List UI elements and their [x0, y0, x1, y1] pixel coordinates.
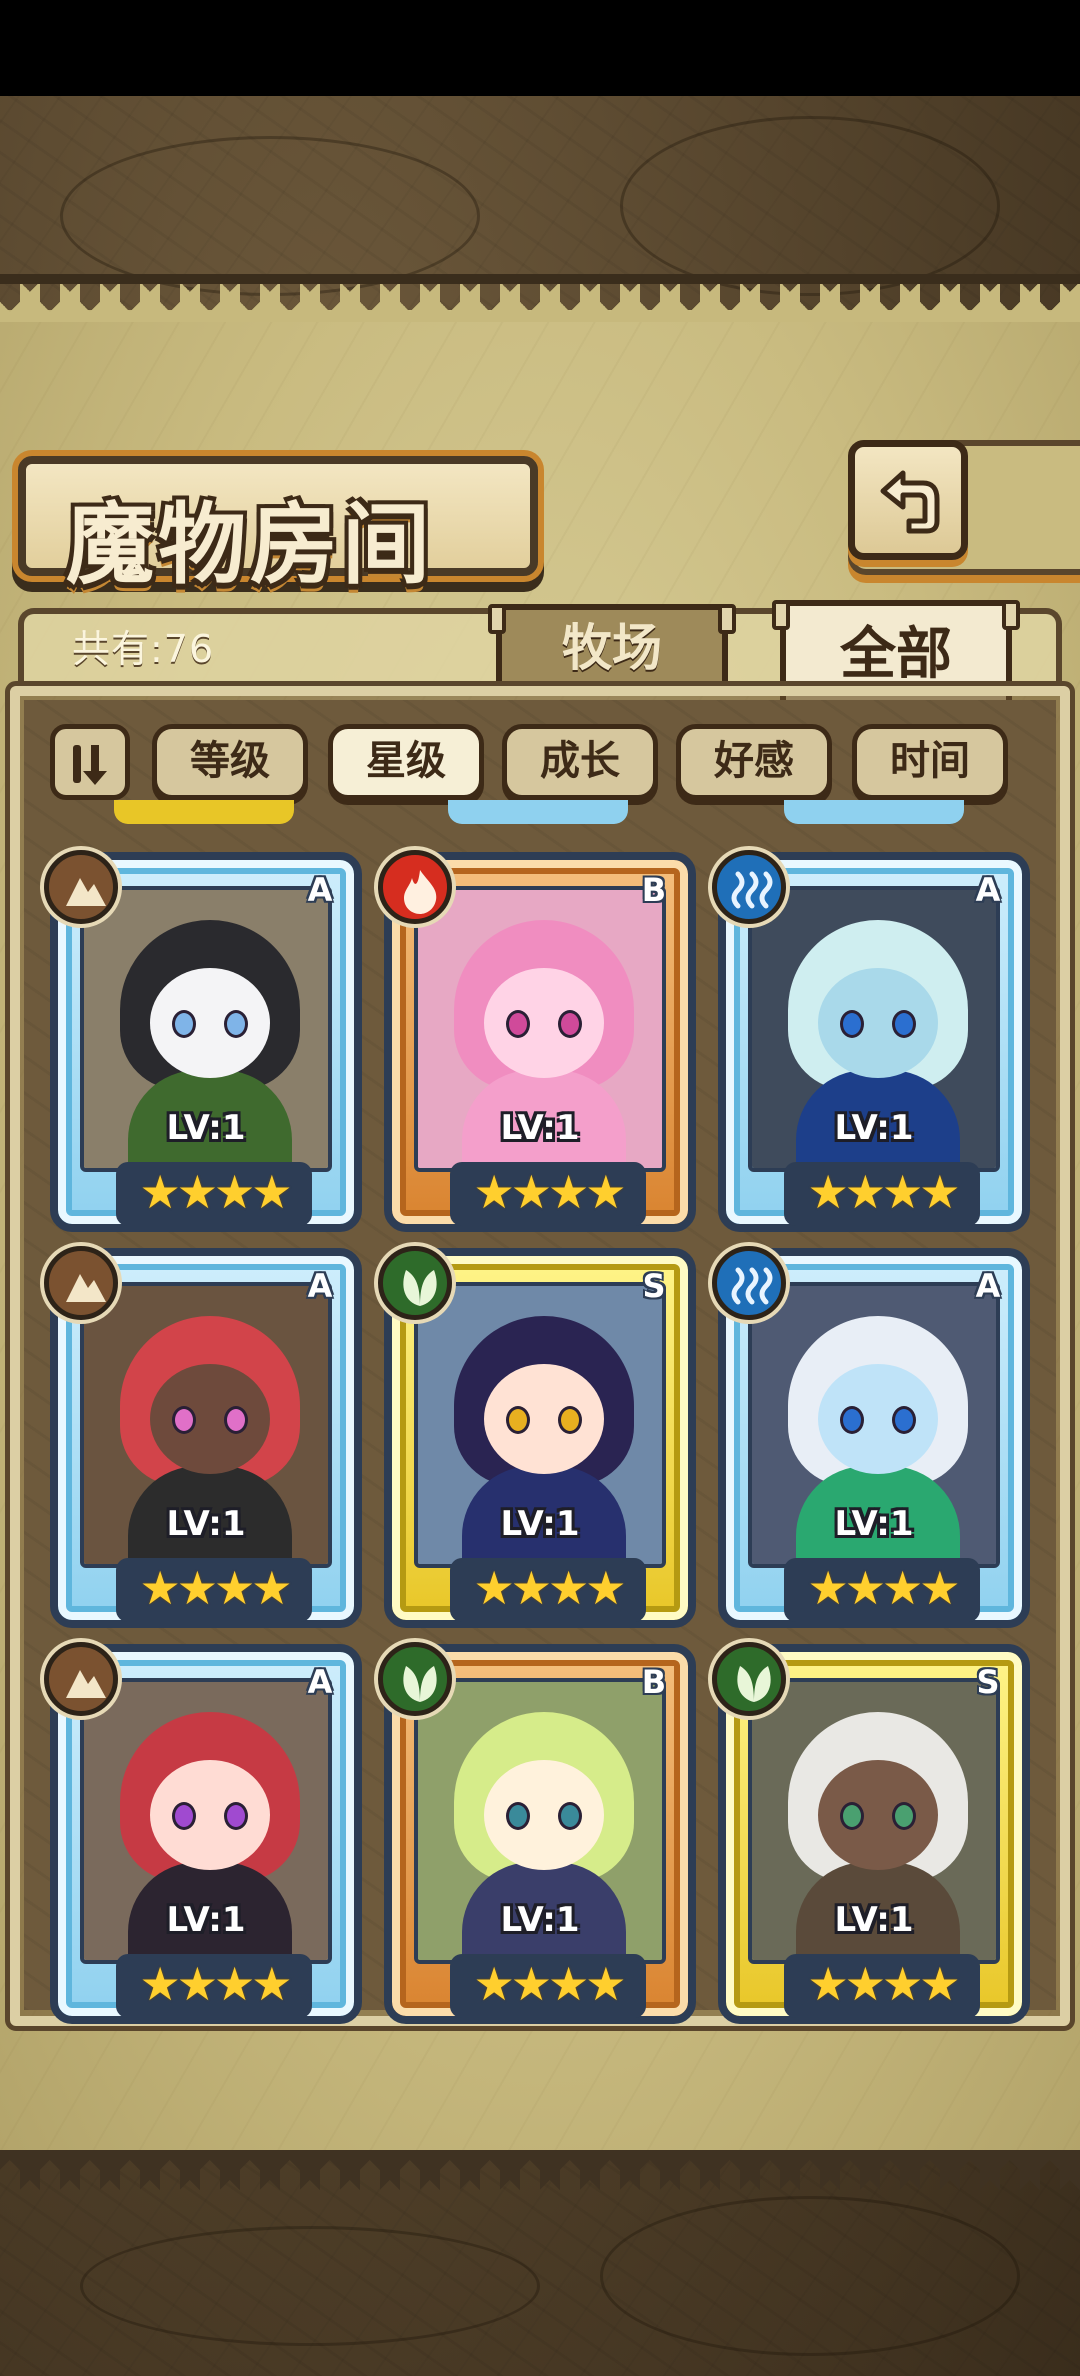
previous-card-edge	[114, 800, 294, 824]
monster-card[interactable]: B LV:1 ★★★★	[378, 1642, 696, 2024]
monster-level: LV:1	[500, 1504, 580, 1544]
earth-element-icon	[44, 1642, 118, 1716]
monster-level: LV:1	[500, 1900, 580, 1940]
monster-card[interactable]: A LV:1 ★★★★	[44, 1642, 362, 2024]
monster-level: LV:1	[500, 1108, 580, 1148]
tab-ranch[interactable]: 牧场	[488, 604, 736, 690]
monster-card[interactable]: S LV:1 ★★★★	[712, 1642, 1030, 2024]
water-element-icon	[712, 850, 786, 924]
star-rating: ★★★★	[450, 1162, 646, 1226]
sort-order-toggle[interactable]	[50, 724, 130, 800]
monster-level: LV:1	[834, 1900, 914, 1940]
tab-all-label: 全部	[840, 621, 952, 687]
earth-element-icon	[44, 1246, 118, 1320]
back-arrow-icon	[880, 470, 940, 534]
sort-chip-affinity[interactable]: 好感	[676, 724, 832, 800]
tab-post	[772, 600, 790, 630]
rank-badge: B	[641, 871, 667, 909]
sort-chip-label: 好感	[714, 737, 794, 784]
sort-chip-growth[interactable]: 成长	[502, 724, 658, 800]
monster-level: LV:1	[166, 1108, 246, 1148]
star-rating: ★★★★	[784, 1162, 980, 1226]
star-rating: ★★★★	[450, 1954, 646, 2018]
back-button[interactable]	[848, 440, 968, 560]
star-rating: ★★★★	[116, 1162, 312, 1226]
monster-level: LV:1	[834, 1108, 914, 1148]
tab-post	[718, 604, 736, 634]
wood-element-icon	[378, 1642, 452, 1716]
rank-badge: S	[976, 1663, 1000, 1701]
monster-level: LV:1	[166, 1504, 246, 1544]
monster-count: 共有:76	[72, 627, 215, 671]
monster-card[interactable]: A LV:1 ★★★★	[44, 1246, 362, 1628]
tab-ranch-label: 牧场	[562, 618, 662, 677]
monster-card[interactable]: A LV:1 ★★★★	[44, 850, 362, 1232]
star-rating: ★★★★	[116, 1558, 312, 1622]
rank-badge: A	[975, 1267, 1001, 1305]
parchment-edge-bottom	[0, 2150, 1080, 2190]
sort-chip-label: 成长	[540, 737, 620, 784]
sort-chip-label: 时间	[890, 737, 970, 784]
sort-chip-label: 等级	[190, 737, 270, 784]
status-bar	[0, 0, 1080, 96]
sort-chip-time[interactable]: 时间	[852, 724, 1008, 800]
sort-chip-label: 星级	[366, 737, 446, 784]
rank-badge: A	[975, 871, 1001, 909]
rank-badge: A	[307, 871, 333, 909]
rank-badge: A	[307, 1267, 333, 1305]
star-rating: ★★★★	[784, 1954, 980, 2018]
parchment-edge-top	[0, 274, 1080, 322]
star-rating: ★★★★	[116, 1954, 312, 2018]
monster-card[interactable]: B LV:1 ★★★★	[378, 850, 696, 1232]
tab-post	[1002, 600, 1020, 630]
sort-order-icon	[73, 745, 107, 785]
fire-element-icon	[378, 850, 452, 924]
monster-level: LV:1	[834, 1504, 914, 1544]
rank-badge: S	[642, 1267, 666, 1305]
monster-card[interactable]: A LV:1 ★★★★	[712, 1246, 1030, 1628]
rank-badge: B	[641, 1663, 667, 1701]
monster-level: LV:1	[166, 1900, 246, 1940]
title-plate: 魔物房间	[18, 456, 538, 596]
star-rating: ★★★★	[784, 1558, 980, 1622]
sort-chip-star[interactable]: 星级	[328, 724, 484, 800]
previous-card-edge	[448, 800, 628, 824]
previous-card-edge	[784, 800, 964, 824]
monster-card[interactable]: A LV:1 ★★★★	[712, 850, 1030, 1232]
earth-element-icon	[44, 850, 118, 924]
sort-chip-level[interactable]: 等级	[152, 724, 308, 800]
wood-element-icon	[712, 1642, 786, 1716]
rank-badge: A	[307, 1663, 333, 1701]
star-rating: ★★★★	[450, 1558, 646, 1622]
wood-element-icon	[378, 1246, 452, 1320]
water-element-icon	[712, 1246, 786, 1320]
monster-card[interactable]: S LV:1 ★★★★	[378, 1246, 696, 1628]
tab-post	[488, 604, 506, 634]
page-title: 魔物房间	[66, 492, 435, 596]
